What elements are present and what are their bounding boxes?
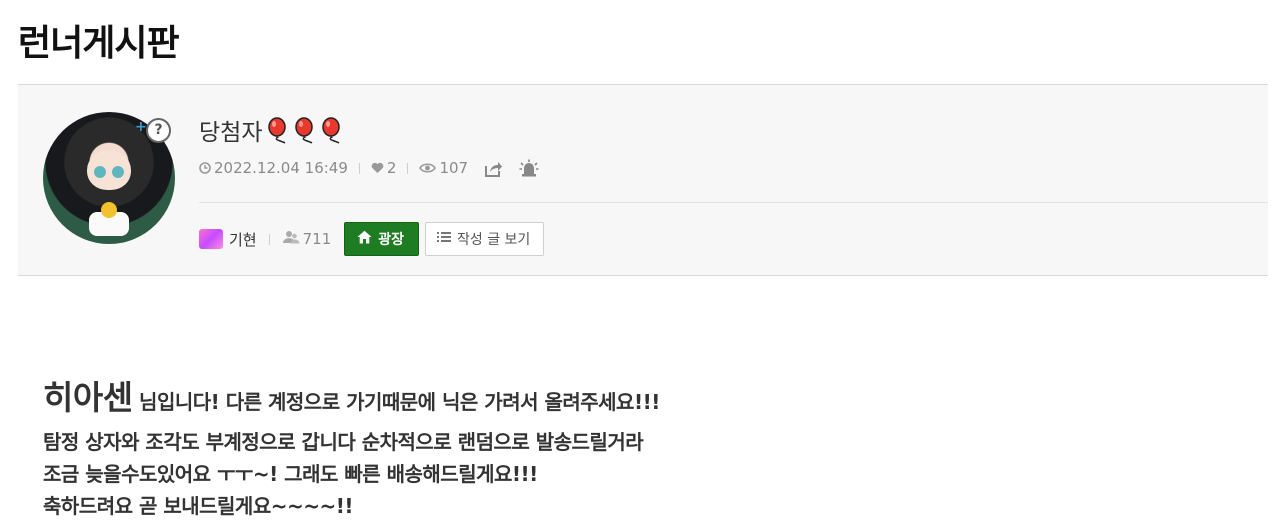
author-row: 기현 711 광장 작성 글 보기 <box>199 222 545 256</box>
level-icon <box>199 229 223 249</box>
plaza-button[interactable]: 광장 <box>344 222 420 256</box>
avatar-eye <box>94 166 106 178</box>
post-body-line: 축하드려요 곧 보내드릴게요~~~~!! <box>43 494 354 518</box>
friends-icon <box>282 230 300 248</box>
post-body-line: 조금 늦을수도있어요 ㅜㅜ~! 그래도 빠른 배송해드릴게요!!! <box>43 462 538 486</box>
board-title[interactable]: 런너게시판 <box>18 14 180 66</box>
author-separator <box>268 233 270 245</box>
balloon-icon <box>293 116 316 144</box>
post-title-text: 당첨자 <box>199 120 263 146</box>
post-date: 2022.12.04 16:49 <box>199 159 348 177</box>
post-title: 당첨자 <box>199 113 343 147</box>
avatar-bell <box>101 202 117 218</box>
share-icon[interactable] <box>484 160 503 177</box>
friends-count: 711 <box>302 230 332 248</box>
meta-separator <box>358 162 360 174</box>
post-meta: 2022.12.04 16:49 2 107 <box>199 159 539 177</box>
plus-icon: + <box>135 119 147 135</box>
avatar-eye <box>112 166 124 178</box>
post-header: + ? 당첨자 2022.12.04 16:49 2 107 기현 711 광장… <box>18 84 1268 276</box>
post-date-text: 2022.12.04 16:49 <box>214 159 348 177</box>
post-body-line: 히아센 님입니다! 다른 계정으로 가기때문에 닉은 가려서 올려주세요!!! <box>43 374 1243 426</box>
author-name[interactable]: 기현 <box>229 229 257 250</box>
header-divider <box>199 202 1268 203</box>
balloon-icon <box>320 116 343 144</box>
plaza-button-label: 광장 <box>378 232 405 248</box>
list-icon <box>437 231 452 247</box>
post-views: 107 <box>419 159 468 177</box>
siren-icon[interactable] <box>519 159 539 177</box>
post-body-text: 님입니다! 다른 계정으로 가기때문에 닉은 가려서 올려주세요!!! <box>132 390 660 414</box>
view-posts-label: 작성 글 보기 <box>457 232 531 248</box>
clock-icon <box>199 162 211 174</box>
help-icon[interactable]: ? <box>146 118 171 143</box>
eye-icon <box>419 162 437 174</box>
post-views-count: 107 <box>439 159 469 177</box>
heart-icon <box>371 162 384 174</box>
view-posts-button[interactable]: 작성 글 보기 <box>425 222 545 256</box>
post-body-line: 탐정 상자와 조각도 부계정으로 갑니다 순차적으로 랜덤으로 발송드릴거라 <box>43 430 644 454</box>
author-friends: 711 <box>282 230 332 248</box>
post-likes[interactable]: 2 <box>371 159 397 177</box>
balloon-icon <box>266 116 289 144</box>
post-likes-count: 2 <box>386 159 397 177</box>
post-body: 히아센 님입니다! 다른 계정으로 가기때문에 닉은 가려서 올려주세요!!! … <box>43 374 1243 522</box>
meta-separator <box>407 162 409 174</box>
winner-name: 히아센 <box>43 378 133 417</box>
home-icon <box>357 230 372 248</box>
